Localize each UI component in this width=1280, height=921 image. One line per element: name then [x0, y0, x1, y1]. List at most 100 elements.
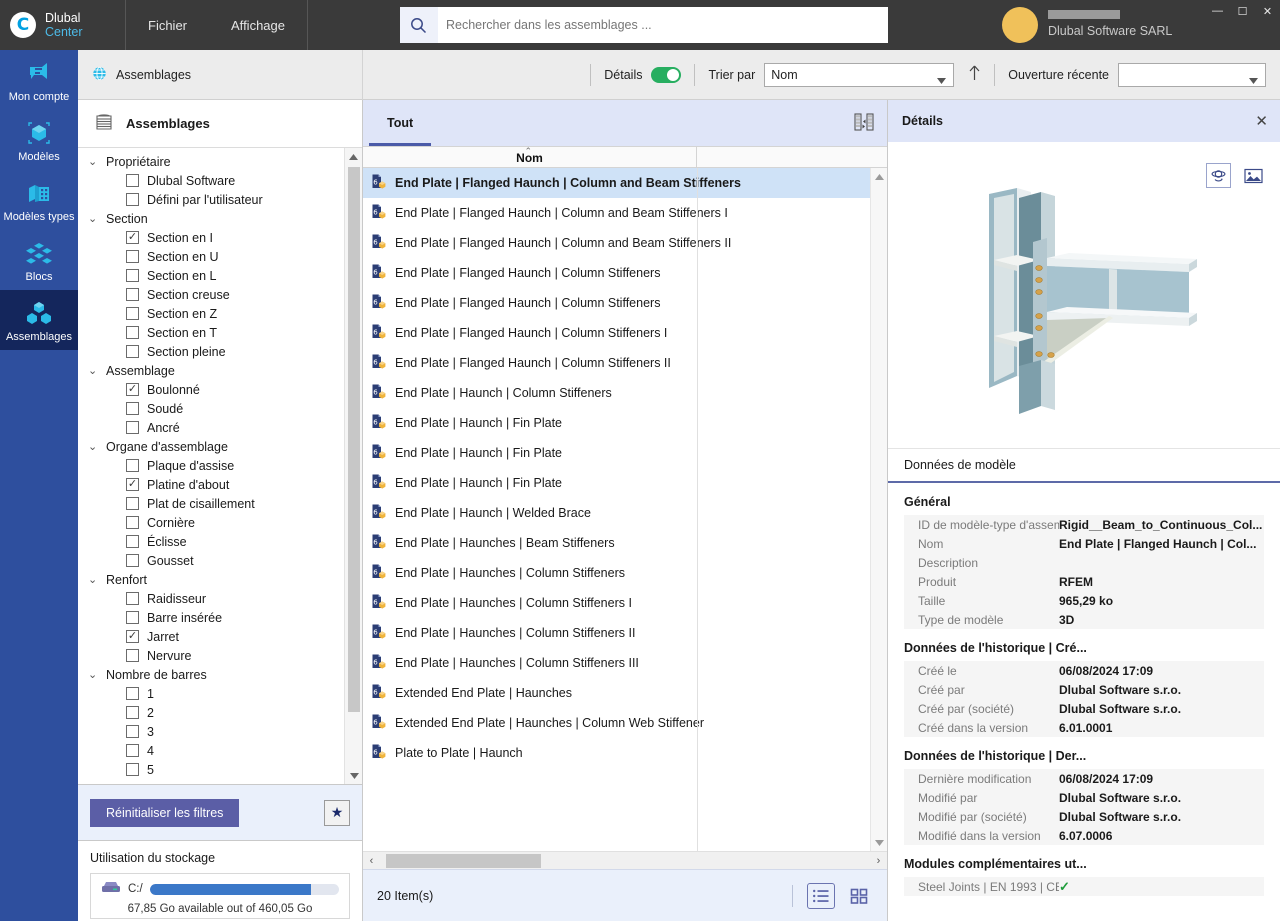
list-item[interactable]: 6 End Plate | Flanged Haunch | Column Sti…: [363, 258, 870, 288]
list-item[interactable]: 6 End Plate | Haunch | Fin Plate: [363, 408, 870, 438]
filter-option[interactable]: Plat de cisaillement: [84, 494, 344, 513]
filter-option[interactable]: Section en I: [84, 228, 344, 247]
filter-option[interactable]: 5: [84, 760, 344, 779]
filter-option[interactable]: Barre insérée: [84, 608, 344, 627]
scroll-up-icon[interactable]: [871, 168, 887, 185]
list-item[interactable]: 6 End Plate | Haunches | Column Stiffener…: [363, 648, 870, 678]
checkbox[interactable]: [126, 383, 139, 396]
checkbox[interactable]: [126, 193, 139, 206]
list-item[interactable]: 6 Extended End Plate | Haunches: [363, 678, 870, 708]
recent-select[interactable]: [1118, 62, 1266, 87]
star-icon[interactable]: ★: [324, 799, 350, 826]
checkbox[interactable]: [126, 345, 139, 358]
filter-option[interactable]: Section creuse: [84, 285, 344, 304]
checkbox[interactable]: [126, 516, 139, 529]
checkbox[interactable]: [126, 706, 139, 719]
list-item[interactable]: 6 End Plate | Haunch | Welded Brace: [363, 498, 870, 528]
filter-option[interactable]: Dlubal Software: [84, 171, 344, 190]
list-item[interactable]: 6 End Plate | Haunches | Column Stiffener…: [363, 558, 870, 588]
list-item[interactable]: 6 End Plate | Haunches | Beam Stiffeners: [363, 528, 870, 558]
checkbox[interactable]: [126, 174, 139, 187]
filter-option[interactable]: Platine d'about: [84, 475, 344, 494]
grid-view-icon[interactable]: [845, 883, 873, 909]
checkbox[interactable]: [126, 744, 139, 757]
search-input[interactable]: [437, 8, 888, 42]
list-vertical-scrollbar[interactable]: [870, 168, 887, 851]
checkbox[interactable]: [126, 649, 139, 662]
close-icon[interactable]: ✕: [1255, 0, 1280, 22]
filter-group-header[interactable]: ⌄ Nombre de barres: [84, 665, 344, 684]
filter-option[interactable]: Gousset: [84, 551, 344, 570]
checkbox[interactable]: [126, 554, 139, 567]
checkbox[interactable]: [126, 592, 139, 605]
scroll-left-icon[interactable]: ‹: [363, 855, 380, 867]
checkbox[interactable]: [126, 250, 139, 263]
checkbox[interactable]: [126, 231, 139, 244]
brand-area[interactable]: C Dlubal Center: [0, 0, 126, 50]
list-item[interactable]: 6 End Plate | Haunch | Column Stiffeners: [363, 378, 870, 408]
image-icon[interactable]: [1241, 163, 1266, 188]
list-item[interactable]: 6 End Plate | Flanged Haunch | Column Sti…: [363, 288, 870, 318]
filter-option[interactable]: 3: [84, 722, 344, 741]
checkbox[interactable]: [126, 421, 139, 434]
list-item[interactable]: 6 End Plate | Flanged Haunch | Column and…: [363, 168, 870, 198]
filter-option[interactable]: Section en T: [84, 323, 344, 342]
filter-option[interactable]: Section pleine: [84, 342, 344, 361]
filter-option[interactable]: Éclisse: [84, 532, 344, 551]
list-item[interactable]: 6 End Plate | Flanged Haunch | Column Sti…: [363, 348, 870, 378]
hscroll-track[interactable]: [380, 852, 870, 870]
details-toggle[interactable]: [651, 66, 682, 83]
checkbox[interactable]: [126, 307, 139, 320]
breadcrumb[interactable]: Assemblages: [78, 49, 363, 100]
filter-group-header[interactable]: ⌄ Propriétaire: [84, 152, 344, 171]
checkbox[interactable]: [126, 269, 139, 282]
filter-option[interactable]: Ancré: [84, 418, 344, 437]
list-item[interactable]: 6 End Plate | Haunch | Fin Plate: [363, 438, 870, 468]
checkbox[interactable]: [126, 687, 139, 700]
filter-option[interactable]: 4: [84, 741, 344, 760]
sidebar-item-modeles-types[interactable]: Modèles types: [0, 170, 78, 230]
filter-option[interactable]: Nervure: [84, 646, 344, 665]
checkbox[interactable]: [126, 497, 139, 510]
filter-option[interactable]: Soudé: [84, 399, 344, 418]
filter-option[interactable]: Cornière: [84, 513, 344, 532]
list-item[interactable]: 6 End Plate | Flanged Haunch | Column and…: [363, 228, 870, 258]
column-layout-icon[interactable]: [853, 111, 875, 136]
list-view-icon[interactable]: [807, 882, 835, 909]
tab-tout[interactable]: Tout: [363, 100, 437, 146]
list-item[interactable]: 6 End Plate | Haunches | Column Stiffener…: [363, 618, 870, 648]
model-preview[interactable]: [888, 153, 1280, 449]
hscroll-thumb[interactable]: [386, 853, 541, 868]
filter-group-header[interactable]: ⌄ Section: [84, 209, 344, 228]
sidebar-item-assemblages[interactable]: Assemblages: [0, 290, 78, 350]
list-item[interactable]: 6 End Plate | Haunch | Fin Plate: [363, 468, 870, 498]
reset-filters-button[interactable]: Réinitialiser les filtres: [90, 798, 240, 827]
filter-option[interactable]: Section en Z: [84, 304, 344, 323]
checkbox[interactable]: [126, 535, 139, 548]
column-header-nom[interactable]: ⌃ Nom: [363, 146, 697, 167]
scroll-up-icon[interactable]: [345, 148, 362, 165]
rotate-3d-icon[interactable]: [1206, 163, 1231, 188]
filter-option[interactable]: Boulonné: [84, 380, 344, 399]
scroll-down-icon[interactable]: [345, 767, 362, 784]
checkbox[interactable]: [126, 478, 139, 491]
arrow-up-icon[interactable]: [968, 65, 981, 85]
checkbox[interactable]: [126, 402, 139, 415]
scrollbar-thumb[interactable]: [348, 167, 360, 712]
sidebar-item-mon-compte[interactable]: Mon compte: [0, 50, 78, 110]
filter-option[interactable]: Jarret: [84, 627, 344, 646]
checkbox[interactable]: [126, 630, 139, 643]
list-item[interactable]: 6 End Plate | Flanged Haunch | Column Sti…: [363, 318, 870, 348]
filter-group-header[interactable]: ⌄ Assemblage: [84, 361, 344, 380]
search-box[interactable]: [399, 7, 888, 43]
checkbox[interactable]: [126, 611, 139, 624]
list-item[interactable]: 6 Extended End Plate | Haunches | Column …: [363, 708, 870, 738]
filter-option[interactable]: Section en U: [84, 247, 344, 266]
filter-group-header[interactable]: ⌄ Renfort: [84, 570, 344, 589]
sort-select[interactable]: Nom: [764, 62, 955, 87]
sidebar-item-blocs[interactable]: Blocs: [0, 230, 78, 290]
maximize-icon[interactable]: ☐: [1230, 0, 1255, 22]
filter-scrollbar[interactable]: [344, 148, 362, 784]
checkbox[interactable]: [126, 763, 139, 776]
scroll-down-icon[interactable]: [871, 834, 887, 851]
